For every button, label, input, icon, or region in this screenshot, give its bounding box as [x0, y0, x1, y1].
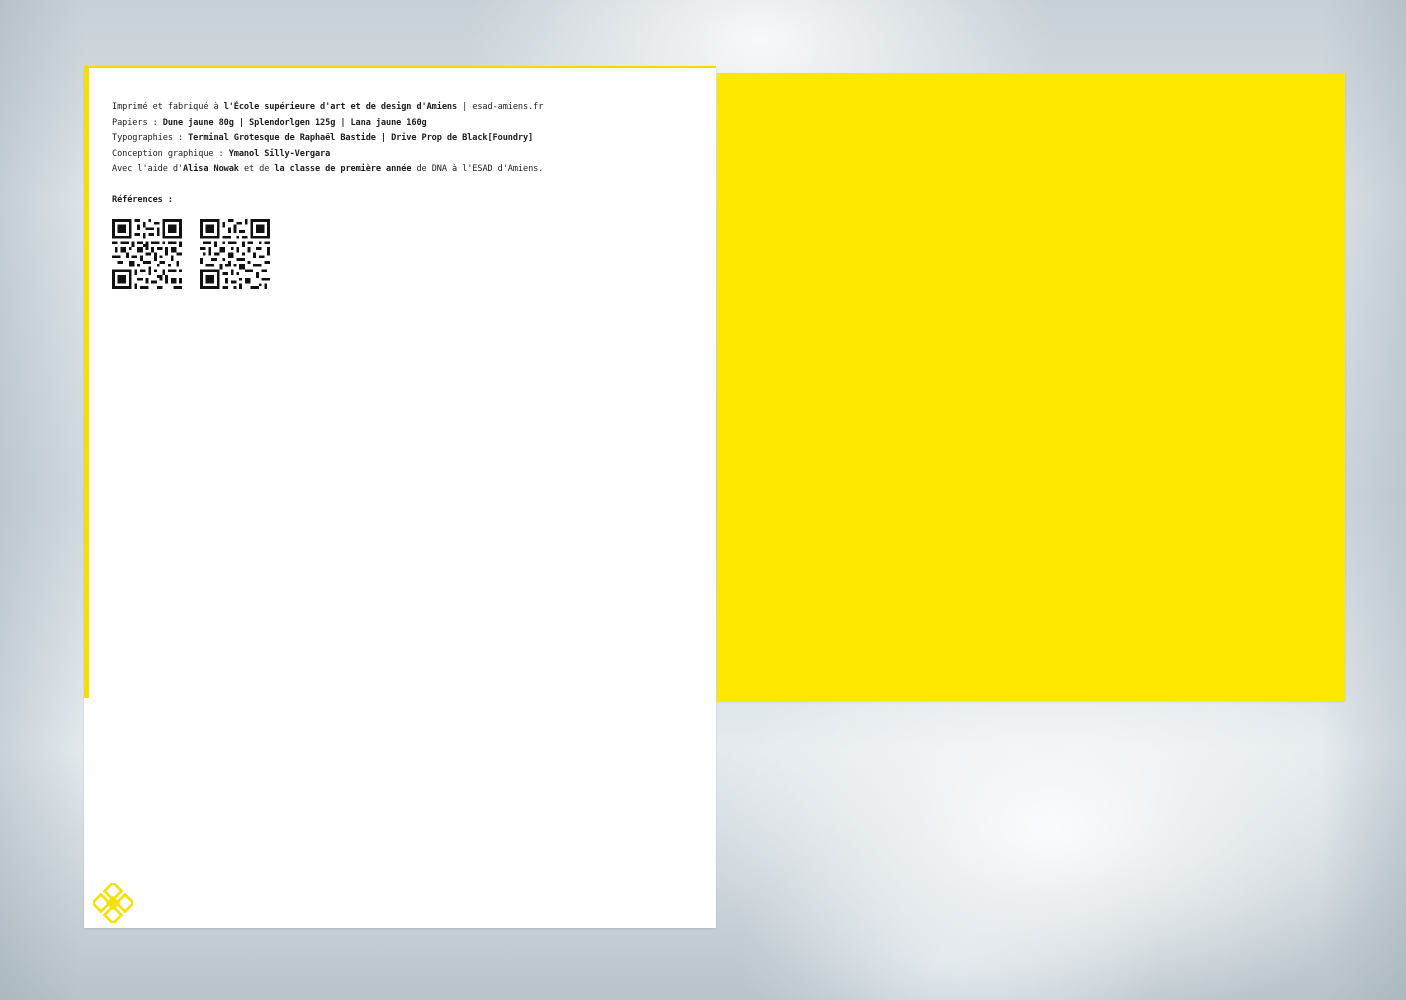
colophon-school: l'École supérieure d'art et de design d'… — [223, 102, 458, 112]
colophon-text: de DNA à l'ESAD d'Amiens. — [411, 164, 544, 175]
colophon-help-line: Avec l'aide d'Alisa Nowak et de la class… — [112, 162, 672, 178]
colophon-designer: Ymanol Silly-Vergara — [228, 148, 331, 159]
colophon-typefaces-line: Typographies : Terminal Grotesque de Rap… — [112, 131, 672, 147]
colophon-text: Papiers : — [112, 117, 163, 128]
esad-logo-icon — [93, 883, 133, 923]
references-label: Références : — [112, 193, 672, 209]
colophon-text: Typographies : — [112, 133, 189, 144]
references-label-text: Références : — [112, 195, 173, 206]
colophon-text: Avec l'aide d' — [112, 164, 184, 175]
colophon-gap — [112, 178, 672, 194]
colophon-papers-line: Papiers : Dune jaune 80g | Splendorlgen … — [112, 116, 672, 132]
colophon-text: Imprimé et fabriqué à — [112, 102, 224, 112]
qr-code-icon[interactable] — [112, 219, 182, 289]
colophon-text: Conception graphique : — [112, 148, 229, 159]
colophon-class: la classe de première année — [274, 164, 412, 175]
colophon-typefaces: Terminal Grotesque de Raphaël Bastide | … — [188, 133, 534, 144]
colophon-printed-line: Imprimé et fabriqué à l'École supérieure… — [112, 100, 672, 116]
left-page-yellow-edge — [84, 66, 89, 698]
colophon-helper: Alisa Nowak — [183, 164, 239, 175]
colophon: Imprimé et fabriqué à l'École supérieure… — [112, 100, 672, 209]
qr-code-icon[interactable] — [200, 219, 270, 289]
colophon-website: | esad-amiens.fr — [457, 102, 544, 112]
right-page-yellow — [717, 73, 1345, 701]
colophon-design-line: Conception graphique : Ymanol Silly-Verg… — [112, 147, 672, 163]
colophon-papers: Dune jaune 80g | Splendorlgen 125g | Lan… — [162, 117, 427, 128]
colophon-text: et de — [238, 164, 275, 175]
left-page-top-edge — [84, 66, 716, 68]
